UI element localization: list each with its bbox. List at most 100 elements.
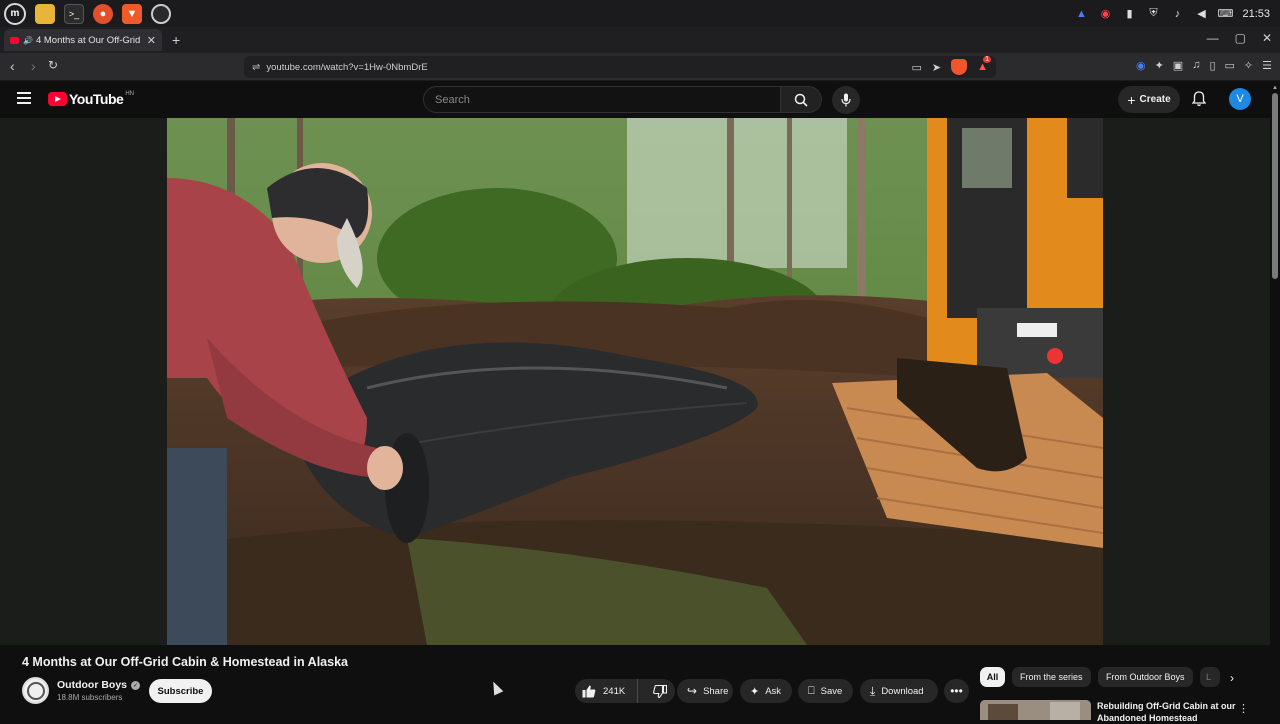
microphone-icon <box>841 93 851 107</box>
channel-name[interactable]: Outdoor Boys <box>57 679 127 691</box>
system-tray: ▲ ◉ ▮ ⛨ ♪ ◀ ⌨ 21:53 <box>1074 0 1270 27</box>
sparkle-icon: ✦ <box>750 685 760 698</box>
extension-box-icon[interactable]: ▣ <box>1173 59 1183 72</box>
browser-menu-icon[interactable]: ☰ <box>1262 59 1272 72</box>
ask-label: Ask <box>765 685 782 697</box>
media-icon[interactable]: ♫ <box>1192 59 1200 72</box>
region-code: HN <box>125 91 134 97</box>
download-button[interactable]: ⤓ Download <box>860 679 938 703</box>
dislike-button[interactable] <box>644 679 675 703</box>
site-info-icon[interactable]: ⇌ <box>252 62 260 73</box>
account-avatar[interactable]: V <box>1229 88 1251 110</box>
create-button[interactable]: + Create <box>1118 86 1180 113</box>
audio-playing-icon[interactable]: 🔊 <box>23 36 33 45</box>
chevron-right-icon[interactable]: › <box>1222 668 1242 688</box>
more-vert-icon[interactable]: ⋮ <box>1238 702 1249 715</box>
volume-icon[interactable]: ◀ <box>1194 7 1208 21</box>
scroll-up-icon[interactable]: ▲ <box>1272 85 1278 91</box>
bell-icon <box>1191 91 1207 107</box>
shield-icon[interactable]: ⛨ <box>1146 7 1160 21</box>
notifications-button[interactable] <box>1191 91 1207 112</box>
notifications-icon[interactable]: ♪ <box>1170 7 1184 21</box>
save-bookmark-icon: ⎕ <box>808 684 815 697</box>
share-arrow-icon: ↪ <box>687 684 698 698</box>
mint-menu-icon[interactable]: m <box>4 2 26 25</box>
guide-menu-icon[interactable] <box>17 92 31 104</box>
minimize-icon[interactable]: — <box>1207 31 1219 45</box>
network-icon[interactable]: ▮ <box>1122 7 1136 21</box>
youtube-play-icon <box>48 92 67 106</box>
chrome-icon[interactable] <box>151 3 171 24</box>
update-icon[interactable]: ◉ <box>1098 7 1112 21</box>
new-tab-button[interactable]: + <box>172 32 180 48</box>
like-button[interactable]: 241K <box>575 679 638 703</box>
extension-badge-icon[interactable]: ◉ <box>1136 59 1146 72</box>
ask-button[interactable]: ✦ Ask <box>740 679 792 703</box>
launcher-letter: m <box>10 8 20 19</box>
search-input[interactable]: Search <box>423 86 781 113</box>
tab-title: 4 Months at Our Off-Grid <box>35 34 141 46</box>
page-scrollbar[interactable]: ▲ <box>1270 81 1280 720</box>
chip-from-the-series[interactable]: From the series <box>1012 667 1091 687</box>
youtube-wordmark: YouTube <box>69 91 124 107</box>
video-scene-image <box>167 118 1103 645</box>
verified-badge-icon: ✓ <box>131 680 140 690</box>
extensions-puzzle-icon[interactable]: ✦ <box>1155 59 1164 72</box>
tab-youtube[interactable]: 🔊 4 Months at Our Off-Grid ✕ <box>4 29 162 51</box>
window-controls: — ▢ ✕ <box>1207 31 1272 45</box>
more-actions-button[interactable]: ••• <box>944 679 969 703</box>
thumbs-up-icon <box>582 685 596 697</box>
url-text[interactable]: youtube.com/watch?v=1Hw-0NbmDrE <box>266 62 427 73</box>
forward-icon[interactable]: › <box>31 58 36 74</box>
channel-avatar[interactable] <box>22 677 49 704</box>
browser-toolbar: ‹ › ↻ 🔖 ⇌ youtube.com/watch?v=1Hw-0NbmDr… <box>0 53 1280 81</box>
scrollbar-thumb[interactable] <box>1272 93 1278 279</box>
terminal-icon[interactable]: >_ <box>64 3 84 24</box>
like-count: 241K <box>603 685 626 697</box>
leo-ai-icon[interactable]: ✧ <box>1244 59 1253 72</box>
download-label: Download <box>881 685 924 697</box>
send-icon[interactable]: ➤ <box>932 61 941 74</box>
recommended-video-thumbnail[interactable] <box>980 700 1091 720</box>
maximize-icon[interactable]: ▢ <box>1235 31 1246 45</box>
video-title: 4 Months at Our Off-Grid Cabin & Homeste… <box>22 655 348 669</box>
subscribe-button[interactable]: Subscribe <box>149 679 212 703</box>
subscriber-count: 18.8M subscribers <box>57 693 123 702</box>
create-label: Create <box>1139 94 1171 105</box>
close-window-icon[interactable]: ✕ <box>1262 31 1272 45</box>
save-button[interactable]: ⎕ Save <box>798 679 853 703</box>
voice-search-button[interactable] <box>832 86 860 114</box>
sidebar-icon[interactable]: ▯ <box>1209 59 1215 72</box>
brave-shields-icon[interactable] <box>951 59 968 75</box>
share-button[interactable]: ↪ Share <box>677 679 733 703</box>
thumbs-down-icon <box>652 684 667 698</box>
back-icon[interactable]: ‹ <box>10 58 15 74</box>
files-icon[interactable] <box>35 3 55 24</box>
address-bar[interactable]: ⇌ youtube.com/watch?v=1Hw-0NbmDrE ▭ ➤ ▲ 1 <box>244 56 996 78</box>
search-icon <box>794 93 808 107</box>
mouse-cursor-icon <box>488 679 504 696</box>
recommended-video-title[interactable]: Rebuilding Off-Grid Cabin at our Abandon… <box>1097 700 1237 724</box>
channel-name-row[interactable]: Outdoor Boys ✓ <box>57 679 140 691</box>
chip-from-outdoor-boys[interactable]: From Outdoor Boys <box>1098 667 1193 687</box>
reload-icon[interactable]: ↻ <box>48 58 58 72</box>
brave-icon[interactable]: ▼ <box>122 3 142 24</box>
keyboard-icon[interactable]: ⌨ <box>1218 7 1234 21</box>
channel-logo-icon <box>26 681 45 700</box>
extensions-row: ◉ ✦ ▣ ♫ ▯ ▭ ✧ ☰ <box>1136 59 1272 72</box>
video-player[interactable] <box>0 118 1270 645</box>
cast-icon[interactable]: ▭ <box>911 61 921 74</box>
browser-tab-strip: 🔊 4 Months at Our Off-Grid ✕ + — ▢ ✕ <box>0 27 1280 53</box>
chip-all[interactable]: All <box>980 667 1005 687</box>
chip-partial[interactable]: L <box>1200 667 1220 687</box>
firefox-icon[interactable]: ● <box>93 3 113 24</box>
clock[interactable]: 21:53 <box>1242 8 1270 20</box>
youtube-logo[interactable]: YouTube HN <box>48 91 134 107</box>
close-tab-icon[interactable]: ✕ <box>147 34 156 47</box>
wallet-icon[interactable]: ▭ <box>1225 59 1235 72</box>
video-frame[interactable] <box>167 118 1103 645</box>
thumbnail-image <box>980 700 1091 720</box>
vpn-icon[interactable]: ▲ <box>1074 7 1088 21</box>
brave-rewards-icon[interactable]: ▲ 1 <box>977 56 992 73</box>
search-button[interactable] <box>781 86 822 113</box>
